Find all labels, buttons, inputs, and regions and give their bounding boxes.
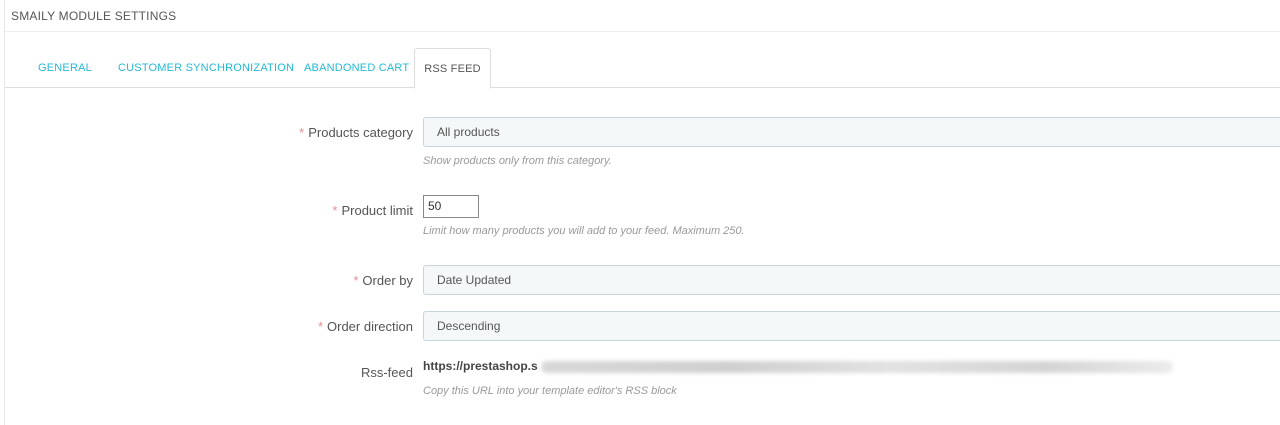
tab-customer-synchronization[interactable]: CUSTOMER SYNCHRONIZATION <box>102 48 310 88</box>
order-direction-select[interactable]: Descending <box>423 311 1280 341</box>
required-mark: * <box>299 125 305 140</box>
required-mark: * <box>332 203 338 218</box>
products-category-label: * Products category <box>299 125 413 140</box>
rss-feed-url-redacted <box>541 361 1173 373</box>
rss-feed-label: Rss-feed <box>360 365 413 380</box>
rss-feed-url[interactable]: https://prestashop.s <box>423 359 538 373</box>
tab-rss-feed[interactable]: RSS FEED <box>414 48 491 89</box>
products-category-select[interactable]: All products <box>423 117 1280 147</box>
tab-bar: GENERAL CUSTOMER SYNCHRONIZATION ABANDON… <box>5 48 1280 89</box>
product-limit-input[interactable]: 50 <box>423 195 479 218</box>
tab-general[interactable]: GENERAL <box>22 48 108 88</box>
order-direction-label: * Order direction <box>317 319 413 334</box>
panel-title: SMAILY MODULE SETTINGS <box>5 0 1280 32</box>
required-mark: * <box>317 319 324 334</box>
product-limit-help: Limit how many products you will add to … <box>423 225 745 237</box>
rss-feed-help: Copy this URL into your template editor'… <box>423 385 677 397</box>
order-by-label: * Order by <box>353 273 413 288</box>
product-limit-label: * Product limit <box>332 203 413 218</box>
required-mark: * <box>353 273 359 288</box>
tab-abandoned-cart[interactable]: ABANDONED CART <box>288 48 425 88</box>
order-by-select[interactable]: Date Updated <box>423 265 1280 295</box>
products-category-help: Show products only from this category. <box>423 155 612 167</box>
